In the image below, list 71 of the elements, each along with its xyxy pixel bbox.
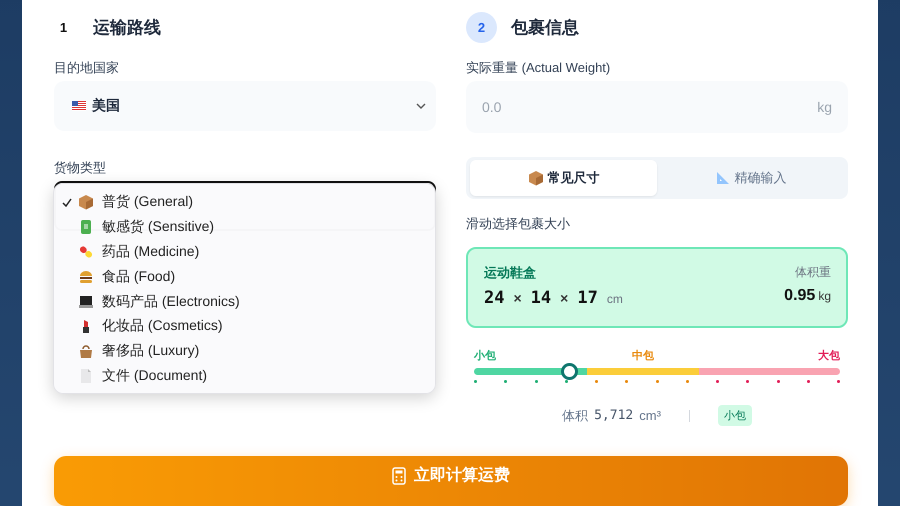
dropdown-option[interactable]: 数码产品 (Electronics): [54, 289, 435, 314]
size-label: 大包: [816, 348, 840, 363]
preset-name: 运动鞋盒: [484, 264, 537, 282]
chevron-down-icon: [416, 103, 426, 109]
volume-label: 体积: [562, 406, 588, 424]
tick-dot: [564, 380, 568, 383]
option-label: 敏感货 (Sensitive): [102, 218, 214, 236]
bottle-icon: [78, 219, 94, 236]
size-label: 小包: [474, 348, 497, 363]
dropdown-option[interactable]: 文件 (Document): [54, 364, 435, 388]
tick-dot: [776, 380, 780, 383]
box-icon: [78, 194, 94, 210]
section-title: 包裹信息: [511, 16, 579, 38]
option-label: 奢侈品 (Luxury): [102, 342, 200, 360]
handbag-icon: [78, 343, 94, 360]
mode-tab[interactable]: 常见尺寸: [470, 160, 657, 196]
step-number: 1: [58, 18, 68, 36]
field-label: 货物类型: [54, 159, 107, 177]
unit-label: kg: [818, 289, 831, 303]
size-label: 中包: [630, 348, 655, 363]
tick-dot: [716, 380, 719, 383]
tick-dot: [746, 380, 750, 383]
dropdown-option[interactable]: 药品 (Medicine): [54, 240, 435, 264]
volume-value: 5,712: [594, 408, 634, 423]
dimension-value: 24: [484, 288, 504, 308]
unit-label: cm³: [639, 408, 661, 423]
unit-label: cm: [606, 292, 623, 306]
dropdown-option[interactable]: 食品 (Food): [54, 264, 435, 290]
option-label: 食品 (Food): [102, 268, 176, 286]
size-tag: 小包: [718, 405, 752, 426]
burger-icon: [78, 268, 94, 285]
dimension-value: 17: [577, 288, 598, 308]
times-sign: ×: [513, 290, 522, 306]
times-sign: ×: [560, 290, 568, 306]
tick-dot: [504, 380, 508, 383]
document-icon: [78, 368, 94, 384]
volume-weight-label: 体积重: [795, 264, 831, 281]
tick-dot: [595, 380, 598, 383]
option-label: 数码产品 (Electronics): [102, 292, 240, 311]
field-label: 实际重量 (Actual Weight): [466, 59, 612, 77]
section-title: 运输路线: [93, 16, 161, 38]
option-label: 化妆品 (Cosmetics): [102, 317, 223, 336]
tick-dot: [625, 380, 628, 383]
box-icon: [528, 170, 544, 186]
step-badge: 2: [466, 12, 497, 42]
tick-dot: [686, 380, 689, 383]
tick-dot: [656, 380, 658, 383]
dropdown-option[interactable]: 奢侈品 (Luxury): [54, 338, 435, 364]
flag-icon: [72, 101, 86, 111]
dropdown-option[interactable]: 敏感货 (Sensitive): [54, 214, 435, 240]
pill-icon: [78, 244, 94, 260]
option-label: 药品 (Medicine): [102, 242, 200, 261]
country-select[interactable]: 美国: [54, 81, 436, 131]
mode-tab[interactable]: 精确输入: [657, 160, 844, 196]
dimension-value: 14: [530, 288, 552, 308]
tick-dot: [474, 380, 477, 383]
dropdown-option[interactable]: 普货 (General): [54, 190, 435, 215]
tick-dot: [534, 380, 538, 383]
unit-label: kg: [817, 99, 832, 115]
dropdown-option[interactable]: 化妆品 (Cosmetics): [54, 314, 435, 339]
option-label: 普货 (General): [102, 193, 194, 212]
laptop-icon: [78, 294, 94, 310]
field-label: 目的地国家: [54, 59, 120, 77]
calculator-icon: [392, 466, 406, 484]
field-label: 滑动选择包裹大小: [466, 215, 571, 233]
tick-dot: [837, 380, 840, 383]
tick-dot: [806, 380, 810, 383]
triangle-ruler-icon: [714, 170, 730, 186]
slider-thumb[interactable]: [561, 363, 578, 380]
volume-weight-value: 0.95: [784, 287, 816, 305]
option-label: 文件 (Document): [102, 366, 208, 385]
